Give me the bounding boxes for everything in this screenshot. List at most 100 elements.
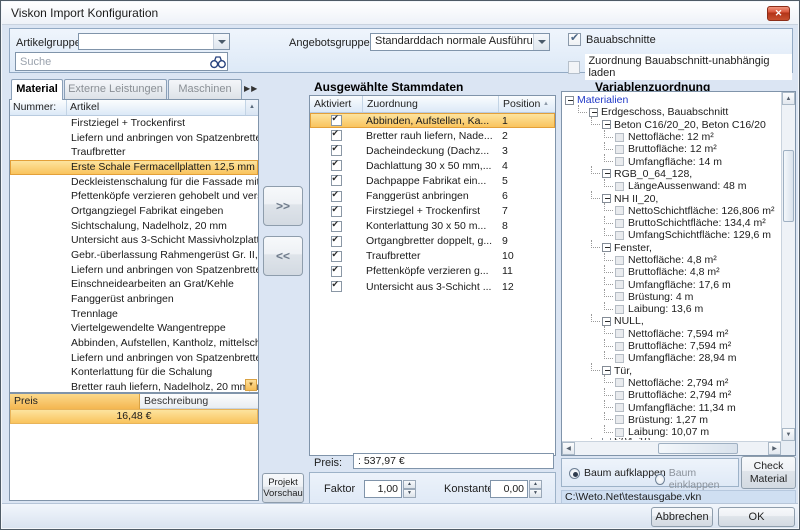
tree-node[interactable]: NULL, bbox=[565, 315, 780, 327]
tree-node[interactable]: Brüstung: 1,27 m bbox=[565, 414, 780, 426]
angebotsgruppe-label[interactable]: Angebotsgruppe bbox=[289, 37, 370, 49]
column-header-zuordnung[interactable]: Zuordnung bbox=[362, 96, 498, 112]
tree-node-checkbox[interactable] bbox=[615, 428, 624, 437]
close-button[interactable]: ✕ bbox=[767, 6, 790, 21]
tab-maschinen[interactable]: Maschinen bbox=[168, 79, 242, 99]
tree-node-checkbox[interactable] bbox=[615, 280, 624, 289]
row-checkbox[interactable]: ✔ bbox=[331, 191, 342, 202]
spin-up-icon[interactable]: ▲ bbox=[403, 480, 416, 489]
scroll-up-icon[interactable]: ▲ bbox=[782, 92, 795, 105]
tree-node[interactable]: Bruttofläche: 7,594 m² bbox=[565, 340, 780, 352]
tree-node[interactable]: Brüstung: 4 m bbox=[565, 291, 780, 303]
tree-node[interactable]: Nettofläche: 4,8 m² bbox=[565, 254, 780, 266]
artikel-list-item[interactable]: Gebr.-überlassung Rahmengerüst Gr. II, A… bbox=[10, 248, 258, 263]
radio-selected-icon[interactable] bbox=[569, 468, 580, 479]
projekt-vorschau-button[interactable]: Projekt Vorschau bbox=[262, 473, 304, 503]
stammdaten-row[interactable]: ✔Konterlattung 30 x 50 m...8 bbox=[310, 219, 555, 234]
tree-node[interactable]: NH II_20, bbox=[565, 192, 780, 204]
row-checkbox[interactable]: ✔ bbox=[331, 281, 342, 292]
row-checkbox[interactable]: ✔ bbox=[331, 115, 342, 126]
artikel-list-item[interactable]: Pfettenköpfe verzieren gehobelt und vers… bbox=[10, 189, 258, 204]
tree-expander-icon[interactable] bbox=[602, 120, 611, 129]
tree-node-checkbox[interactable] bbox=[615, 342, 624, 351]
faktor-value[interactable]: 1,00 bbox=[364, 480, 402, 498]
stammdaten-row[interactable]: ✔Pfettenköpfe verzieren g...11 bbox=[310, 264, 555, 279]
tab-material[interactable]: Material bbox=[11, 79, 63, 100]
cancel-button[interactable]: Abbrechen bbox=[651, 507, 713, 527]
stammdaten-row[interactable]: ✔Firstziegel + Trockenfirst7 bbox=[310, 204, 555, 219]
scroll-up-icon[interactable]: ▲ bbox=[245, 100, 258, 115]
tree-node[interactable]: Umfangfläche: 11,34 m bbox=[565, 401, 780, 413]
artikel-list-item[interactable]: Trennlage bbox=[10, 307, 258, 322]
chevron-down-icon[interactable] bbox=[213, 34, 229, 49]
spin-up-icon[interactable]: ▲ bbox=[529, 480, 542, 489]
tree-node[interactable]: Bruttofläche: 12 m² bbox=[565, 143, 780, 155]
tree-expander-icon[interactable] bbox=[602, 438, 611, 440]
preis-column-header[interactable]: Preis bbox=[10, 394, 140, 409]
tree-expander-icon[interactable] bbox=[602, 366, 611, 375]
stammdaten-row[interactable]: ✔Dachlattung 30 x 50 mm,...4 bbox=[310, 158, 555, 173]
checkbox-box[interactable]: ✔ bbox=[568, 33, 581, 46]
artikel-list-item[interactable]: Liefern und anbringen von Spatzenbretter… bbox=[10, 131, 258, 146]
tree-node-checkbox[interactable] bbox=[615, 145, 624, 154]
tree-node-checkbox[interactable] bbox=[615, 415, 624, 424]
stammdaten-row[interactable]: ✔Untersicht aus 3-Schicht ...12 bbox=[310, 279, 555, 294]
column-header-position[interactable]: Position bbox=[498, 96, 543, 112]
radio-unselected-icon[interactable] bbox=[655, 474, 665, 485]
column-header-nummer[interactable]: Nummer: bbox=[10, 100, 67, 115]
stammdaten-row[interactable]: ✔Dachpappe Fabrikat ein...5 bbox=[310, 173, 555, 188]
tree-node-checkbox[interactable] bbox=[615, 268, 624, 277]
tree-node[interactable]: Nettofläche: 12 m² bbox=[565, 131, 780, 143]
artikel-list-item[interactable]: Traufbretter bbox=[10, 145, 258, 160]
scroll-right-icon[interactable]: ▶ bbox=[768, 442, 781, 455]
tree-horizontal-scrollbar[interactable]: ◀ ▶ bbox=[562, 441, 781, 455]
scrollbar-thumb[interactable] bbox=[783, 150, 794, 222]
checkbox-box[interactable] bbox=[568, 61, 580, 74]
row-checkbox[interactable]: ✔ bbox=[331, 206, 342, 217]
tab-externe-leistungen[interactable]: Externe Leistungen bbox=[64, 79, 167, 99]
artikel-list-item[interactable]: Einschneidearbeiten an Grat/Kehle bbox=[10, 277, 258, 292]
artikel-list-item[interactable]: Sichtschalung, Nadelholz, 20 mm bbox=[10, 219, 258, 234]
artikel-list-item[interactable]: Konterlattung für die Schalung bbox=[10, 365, 258, 380]
stammdaten-row[interactable]: ✔Abbinden, Aufstellen, Ka...1 bbox=[310, 113, 555, 128]
tree-expander-icon[interactable] bbox=[589, 108, 598, 117]
tree-node[interactable]: RGB_0_64_128, bbox=[565, 168, 780, 180]
row-checkbox[interactable]: ✔ bbox=[331, 130, 342, 141]
konstante-spinner[interactable]: 0,00 ▲ ▼ bbox=[490, 480, 542, 498]
tree-node-checkbox[interactable] bbox=[615, 391, 624, 400]
angebotsgruppe-combobox[interactable]: Standarddach normale Ausführung bbox=[370, 33, 550, 51]
tree-node[interactable]: Beton C16/20_20, Beton C16/20 bbox=[565, 119, 780, 131]
tree-node-checkbox[interactable] bbox=[615, 182, 624, 191]
artikel-list-item[interactable]: Fanggerüst anbringen bbox=[10, 292, 258, 307]
stammdaten-row[interactable]: ✔Fanggerüst anbringen6 bbox=[310, 188, 555, 203]
artikel-list-item[interactable]: Liefern und anbringen von Spatzenbretter… bbox=[10, 263, 258, 278]
tree-node-checkbox[interactable] bbox=[615, 157, 624, 166]
artikel-list-item[interactable]: Ortgangziegel Fabrikat eingeben bbox=[10, 204, 258, 219]
column-header-aktiviert[interactable]: Aktiviert bbox=[310, 96, 362, 112]
baum-aufklappen-radio[interactable]: Baum aufklappen bbox=[569, 467, 666, 479]
tree-node-checkbox[interactable] bbox=[615, 206, 624, 215]
tree-node-checkbox[interactable] bbox=[615, 403, 624, 412]
row-checkbox[interactable]: ✔ bbox=[331, 266, 342, 277]
tree-node-checkbox[interactable] bbox=[615, 133, 624, 142]
tree-node-checkbox[interactable] bbox=[615, 305, 624, 314]
row-checkbox[interactable]: ✔ bbox=[331, 160, 342, 171]
tree-node[interactable]: Bruttofläche: 4,8 m² bbox=[565, 266, 780, 278]
spin-down-icon[interactable]: ▼ bbox=[529, 489, 542, 498]
search-input[interactable] bbox=[15, 52, 228, 71]
row-checkbox[interactable]: ✔ bbox=[331, 236, 342, 247]
row-checkbox[interactable]: ✔ bbox=[331, 251, 342, 262]
scroll-down-icon[interactable]: ▼ bbox=[782, 428, 795, 441]
chevron-down-icon[interactable] bbox=[533, 34, 549, 50]
artikel-list-item[interactable]: Erste Schale Fermacellplatten 12,5 mm bbox=[10, 160, 258, 175]
tree-node[interactable]: Materialien bbox=[565, 94, 780, 106]
row-checkbox[interactable]: ✔ bbox=[331, 145, 342, 156]
tree-node[interactable]: Tür, bbox=[565, 365, 780, 377]
tree-node[interactable]: Erdgeschoss, Bauabschnitt bbox=[565, 106, 780, 118]
scrollbar-thumb[interactable] bbox=[658, 443, 738, 454]
row-checkbox[interactable]: ✔ bbox=[331, 175, 342, 186]
beschreibung-column-header[interactable]: Beschreibung bbox=[140, 394, 258, 409]
stammdaten-row[interactable]: ✔Dacheindeckung (Dachz...3 bbox=[310, 143, 555, 158]
baum-einklappen-radio[interactable]: Baum einklappen bbox=[655, 467, 738, 491]
artikel-list-item[interactable]: Abbinden, Aufstellen, Kantholz, mittelsc… bbox=[10, 336, 258, 351]
